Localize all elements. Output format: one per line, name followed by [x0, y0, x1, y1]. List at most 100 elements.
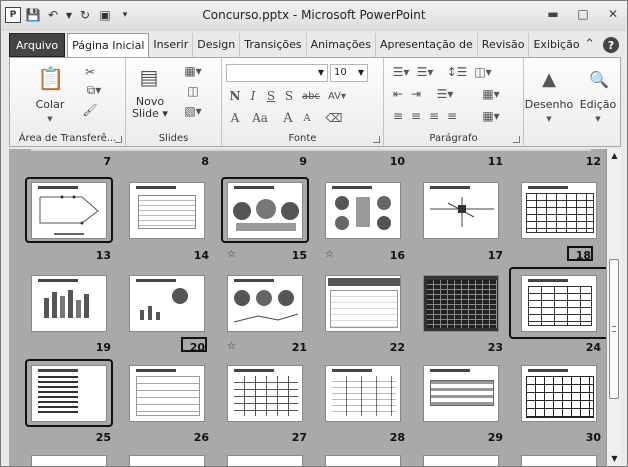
slide-thumbnail-28[interactable] [325, 365, 401, 422]
animation-star-icon[interactable]: ☆ [325, 249, 334, 260]
slide-thumbnail-partial[interactable] [325, 455, 401, 466]
font-size-combo[interactable]: 10 ▼ [330, 64, 368, 82]
slide-thumbnail-26[interactable] [129, 365, 205, 422]
maximize-icon[interactable]: □ [575, 6, 591, 22]
slide-number: 17 [487, 249, 503, 262]
shadow-icon[interactable]: S [282, 88, 296, 104]
numbering-icon[interactable]: ☰▾ [414, 64, 436, 80]
tab-animacoes[interactable]: Animações [307, 33, 376, 57]
slide-number: 22 [389, 341, 405, 354]
drawing-dropdown-icon[interactable]: ▼ [544, 114, 554, 124]
vertical-scrollbar[interactable]: ▲ ▼ [606, 149, 621, 466]
close-icon[interactable]: ✕ [605, 6, 621, 22]
slide-thumbnail-22[interactable] [325, 275, 401, 332]
minimize-ribbon-icon[interactable]: ⌃ [584, 37, 595, 53]
paste-dropdown-icon[interactable]: ▼ [44, 114, 56, 124]
font-name-combo[interactable]: ▼ [226, 64, 328, 82]
dialog-launcher-icon[interactable] [115, 136, 122, 143]
new-slide-label[interactable]: Novo Slide ▾ [130, 96, 170, 120]
shapes-icon[interactable]: ▲ [536, 66, 562, 92]
new-slide-icon[interactable]: ▤ [134, 64, 164, 90]
align-text-icon[interactable]: ▦▾ [480, 86, 502, 102]
slide-thumbnail-16[interactable] [325, 182, 401, 239]
animation-star-icon[interactable]: ☆ [227, 341, 236, 352]
align-right-icon[interactable]: ≡ [426, 108, 442, 124]
binoculars-icon[interactable]: 🔍 [586, 66, 612, 92]
cut-icon[interactable]: ✂ [82, 64, 98, 80]
minimize-icon[interactable]: ▬ [545, 6, 561, 22]
change-case-icon[interactable]: Aa [248, 110, 272, 126]
decrease-indent-icon[interactable]: ⇤ [390, 86, 406, 102]
shrink-font-icon[interactable]: A [300, 110, 314, 126]
tab-design[interactable]: Design [193, 33, 241, 57]
paste-icon[interactable]: 📋 [37, 64, 64, 94]
dialog-launcher-icon[interactable] [513, 136, 520, 143]
strikethrough-icon[interactable]: abc [300, 88, 322, 104]
section-icon[interactable]: ▧▾ [182, 104, 204, 118]
drawing-label[interactable]: Desenho [524, 98, 574, 111]
scroll-thumb[interactable] [609, 259, 619, 399]
slide-thumbnail-30[interactable] [521, 365, 597, 422]
slide-thumbnail-20[interactable] [129, 275, 205, 332]
slide-thumbnail-13[interactable] [31, 182, 107, 239]
editing-label[interactable]: Edição [576, 98, 620, 111]
slide-thumbnail-19[interactable] [31, 275, 107, 332]
tab-transicoes[interactable]: Transições [240, 33, 307, 57]
slide-sorter[interactable]: 7 8 9 10 11 12 13 14 ☆ 15 ☆ 16 17 18 19 … [9, 149, 606, 466]
font-color-icon[interactable]: A [228, 110, 242, 126]
group-label-clipboard: Área de Transferê... [18, 133, 117, 144]
columns-icon[interactable]: ◫▾ [472, 64, 494, 80]
tab-apresentacao[interactable]: Apresentação de [376, 33, 478, 57]
tab-pagina-inicial[interactable]: Página Inicial [67, 33, 150, 57]
bold-icon[interactable]: N [228, 88, 242, 104]
align-left-icon[interactable]: ≡ [390, 108, 406, 124]
slide-thumbnail-27[interactable] [227, 365, 303, 422]
bar-chart-graphic [44, 290, 89, 318]
dialog-launcher-icon[interactable] [373, 136, 380, 143]
slide-thumbnail-18[interactable] [521, 182, 597, 239]
editing-dropdown-icon[interactable]: ▼ [593, 114, 603, 124]
slide-thumbnail-29[interactable] [423, 365, 499, 422]
slide-thumbnail-partial[interactable] [423, 455, 499, 466]
slide-number: 28 [389, 431, 405, 444]
italic-icon[interactable]: I [246, 88, 260, 104]
layout-icon[interactable]: ▦▾ [182, 64, 204, 78]
slide-thumbnail-24[interactable] [521, 275, 597, 332]
tab-arquivo[interactable]: Arquivo [9, 33, 66, 57]
help-icon[interactable]: ? [603, 37, 619, 53]
clear-format-icon[interactable]: ⌫ [326, 110, 343, 126]
reset-icon[interactable]: ◫ [182, 84, 204, 98]
slide-thumbnail-partial[interactable] [521, 455, 597, 466]
tab-inserir[interactable]: Inserir [149, 33, 194, 57]
paste-label[interactable]: Colar [30, 98, 70, 111]
format-painter-icon[interactable]: 🖌 [82, 102, 98, 118]
slide-thumbnail-21[interactable] [227, 275, 303, 332]
bullets-icon[interactable]: ☰▾ [390, 64, 412, 80]
slide-thumbnail-partial[interactable] [129, 455, 205, 466]
copy-icon[interactable]: ⧉▾ [82, 82, 106, 98]
increase-indent-icon[interactable]: ⇥ [408, 86, 424, 102]
align-center-icon[interactable]: ≡ [408, 108, 424, 124]
justify-icon[interactable]: ≡ [444, 108, 460, 124]
tab-revisao[interactable]: Revisão [478, 33, 530, 57]
underline-icon[interactable]: S [264, 88, 278, 104]
top-row-edge [31, 149, 591, 151]
line-spacing-icon[interactable]: ↕☰ [446, 64, 468, 80]
slide-thumbnail-14[interactable] [129, 182, 205, 239]
grow-font-icon[interactable]: A [280, 110, 296, 126]
char-spacing-icon[interactable]: AV▾ [326, 88, 348, 104]
slide-thumbnail-17[interactable] [423, 182, 499, 239]
scroll-up-icon[interactable]: ▲ [607, 149, 622, 163]
slide-thumbnail-partial[interactable] [31, 455, 107, 466]
slide-thumbnail-25[interactable] [31, 365, 107, 422]
text-direction-icon[interactable]: ☰▾ [434, 86, 456, 102]
slide-thumbnail-partial[interactable] [227, 455, 303, 466]
scroll-down-icon[interactable]: ▼ [607, 452, 622, 466]
tab-exibicao[interactable]: Exibição [529, 33, 583, 57]
animation-star-icon[interactable]: ☆ [227, 249, 236, 260]
tab-bar-right: ⌃ ? [584, 37, 619, 53]
smartart-icon[interactable]: ▦▾ [480, 108, 502, 124]
slide-thumbnail-23[interactable] [423, 275, 499, 332]
slide-thumbnail-15[interactable] [227, 182, 303, 239]
group-label-font: Fonte [288, 133, 317, 144]
